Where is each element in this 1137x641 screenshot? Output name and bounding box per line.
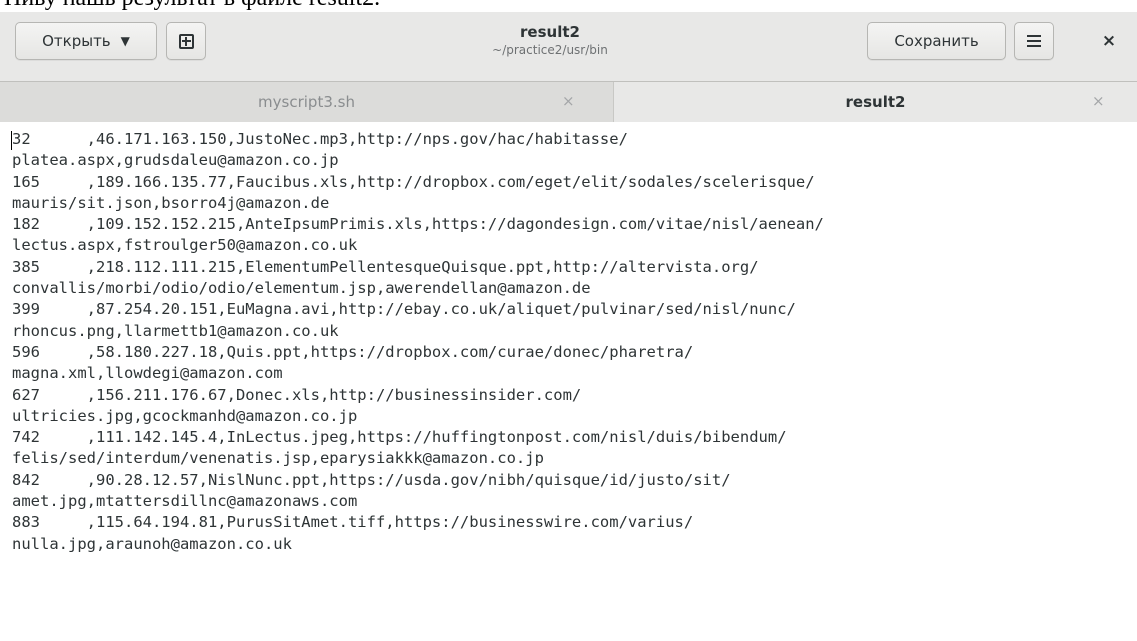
editor-line: nulla.jpg,araunoh@amazon.co.uk [12,534,292,553]
tab-result2[interactable]: result2 × [614,82,1137,122]
editor-line: 399 ,87.254.20.151,EuMagna.avi,http://eb… [12,300,796,319]
editor-line: ultricies.jpg,gcockmanhd@amazon.co.jp [12,406,358,425]
tab-label: myscript3.sh [258,93,355,111]
editor-line: felis/sed/interdum/venenatis.jsp,eparysi… [12,449,544,468]
menu-button[interactable] [1014,22,1054,60]
editor-line: platea.aspx,grudsdaleu@amazon.co.jp [12,151,339,170]
window-subtitle: ~/practice2/usr/bin [492,43,608,57]
editor-line: 182 ,109.152.152.215,AnteIpsumPrimis.xls… [12,215,824,234]
new-document-icon [178,33,194,49]
editor-line: 842 ,90.28.12.57,NislNunc.ppt,https://us… [12,470,731,489]
new-document-button[interactable] [166,22,206,60]
editor-line: 883 ,115.64.194.81,PurusSitAmet.tiff,htt… [12,513,694,532]
editor-line: 32 ,46.171.163.150,JustoNec.mp3,http://n… [12,130,628,148]
document-text-strip: Ниву нашь результат в файле result2. [0,0,1137,12]
save-button-label: Сохранить [894,32,979,50]
editor-line: 627 ,156.211.176.67,Donec.xls,http://bus… [12,385,582,404]
editor-line: magna.xml,llowdegi@amazon.com [12,364,283,383]
editor-line: convallis/morbi/odio/odio/elementum.jsp,… [12,279,591,298]
hamburger-menu-icon [1027,35,1041,47]
tab-close-icon[interactable]: × [1092,92,1105,110]
editor-line: mauris/sit.json,bsorro4j@amazon.de [12,193,330,212]
window-title-block: result2 ~/practice2/usr/bin [330,22,770,58]
chevron-down-icon: ▼ [120,34,130,48]
editor-line: lectus.aspx,fstroulger50@amazon.co.uk [12,236,358,255]
editor-line: 385 ,218.112.111.215,ElementumPellentesq… [12,257,759,276]
text-editor[interactable]: 32 ,46.171.163.150,JustoNec.mp3,http://n… [0,123,1137,641]
editor-line: 596 ,58.180.227.18,Quis.ppt,https://drop… [12,342,694,361]
tab-myscript3[interactable]: myscript3.sh × [0,82,614,122]
editor-line: amet.jpg,mtattersdillnc@amazonaws.com [12,492,358,511]
open-button[interactable]: Открыть ▼ [15,22,157,60]
close-icon: × [1101,31,1117,51]
tab-close-icon[interactable]: × [562,92,575,110]
window-title: result2 [520,23,580,41]
window-close-button[interactable]: × [1090,22,1128,60]
header-bar: Открыть ▼ result2 ~/practice2/usr/bin Со… [0,12,1137,82]
editor-line: 165 ,189.166.135.77,Faucibus.xls,http://… [12,172,815,191]
save-button[interactable]: Сохранить [867,22,1006,60]
text-cursor [11,131,12,150]
editor-line: rhoncus.png,llarmettb1@amazon.co.uk [12,321,339,340]
tab-label: result2 [845,93,906,111]
editor-content[interactable]: 32 ,46.171.163.150,JustoNec.mp3,http://n… [0,123,1137,555]
editor-line: 742 ,111.142.145.4,InLectus.jpeg,https:/… [12,428,787,447]
open-button-label: Открыть [42,32,111,50]
tab-bar: myscript3.sh × result2 × [0,82,1137,122]
